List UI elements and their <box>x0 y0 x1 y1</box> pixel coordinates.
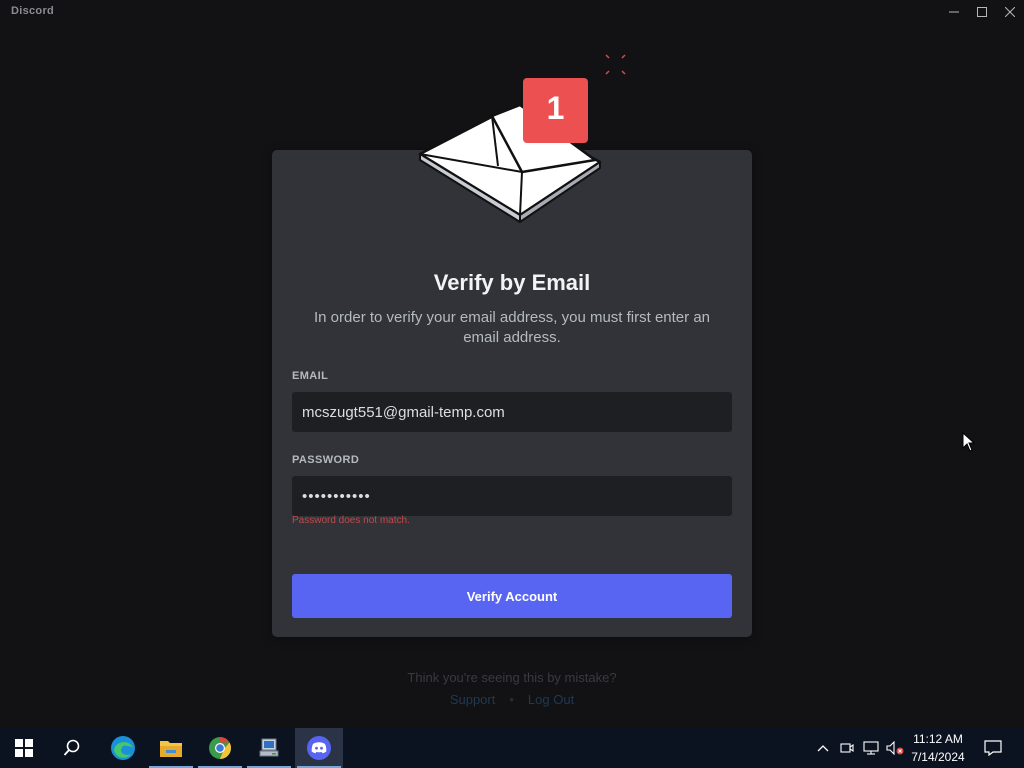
computer-icon <box>259 738 279 757</box>
mouse-cursor-icon <box>962 432 976 452</box>
search-button[interactable] <box>48 728 96 768</box>
discord-taskbar-button[interactable] <box>295 728 343 768</box>
chrome-icon <box>209 737 231 759</box>
logout-link[interactable]: Log Out <box>528 692 574 707</box>
title-bar[interactable]: Discord <box>0 0 1024 24</box>
discord-window: Discord Verify by Email In order to veri… <box>0 0 1024 728</box>
email-field[interactable] <box>292 392 732 432</box>
verify-account-button[interactable]: Verify Account <box>292 574 732 618</box>
password-label: PASSWORD <box>292 454 360 466</box>
volume-muted-icon <box>886 741 904 755</box>
chrome-taskbar-button[interactable] <box>196 728 244 768</box>
show-hidden-icons-button[interactable] <box>812 728 834 768</box>
notification-icon <box>984 740 1002 756</box>
close-icon <box>1005 7 1015 17</box>
app-title: Discord <box>11 5 55 17</box>
clock-date: 7/14/2024 <box>911 750 965 764</box>
system-clock[interactable]: 11:12 AM 7/14/2024 <box>905 730 971 766</box>
edge-icon <box>111 736 135 760</box>
minimize-icon <box>949 11 959 13</box>
file-explorer-icon <box>160 741 182 757</box>
sparkle-icon <box>605 54 626 75</box>
email-label: EMAIL <box>292 370 329 382</box>
volume-button[interactable] <box>884 728 906 768</box>
file-explorer-taskbar-button[interactable] <box>147 728 195 768</box>
minimize-button[interactable] <box>940 0 968 24</box>
maximize-icon <box>977 7 987 17</box>
computer-taskbar-button[interactable] <box>245 728 293 768</box>
password-field[interactable] <box>292 476 732 516</box>
windows-start-icon <box>15 739 33 757</box>
start-button[interactable] <box>0 728 48 768</box>
chevron-up-icon <box>817 745 829 752</box>
card-description: In order to verify your email address, y… <box>314 309 710 346</box>
network-icon <box>863 741 879 755</box>
password-error-message: Password does not match. <box>292 515 410 526</box>
mistake-prompt: Think you're seeing this by mistake? <box>407 670 617 685</box>
maximize-button[interactable] <box>968 0 996 24</box>
meet-now-button[interactable] <box>836 728 858 768</box>
envelope-icon <box>418 54 626 223</box>
action-center-button[interactable] <box>978 728 1008 768</box>
support-link[interactable]: Support <box>450 692 496 707</box>
card-title: Verify by Email <box>433 270 591 295</box>
network-button[interactable] <box>860 728 882 768</box>
footer-links: Support • Log Out <box>0 692 1024 707</box>
clock-time: 11:12 AM <box>913 732 963 746</box>
search-icon <box>63 739 80 756</box>
badge-count: 1 <box>546 90 565 126</box>
close-button[interactable] <box>996 0 1024 24</box>
taskbar: 11:12 AM 7/14/2024 <box>0 728 1024 768</box>
discord-icon <box>307 736 331 760</box>
link-separator: • <box>509 692 514 707</box>
camera-icon <box>840 743 854 753</box>
edge-taskbar-button[interactable] <box>99 728 147 768</box>
